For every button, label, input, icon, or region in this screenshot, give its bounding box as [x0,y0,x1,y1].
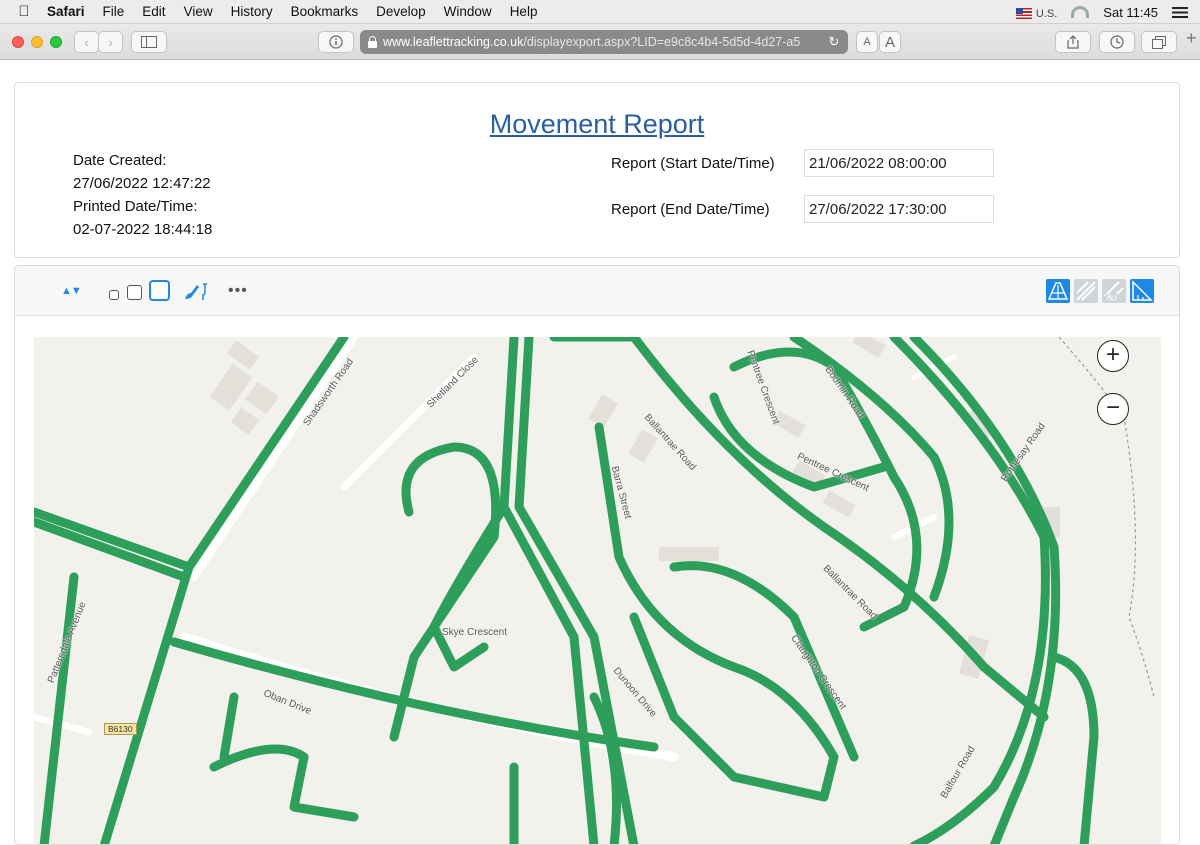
brush-icon[interactable] [183,281,209,301]
back-button[interactable]: ‹ [74,31,99,53]
report-title-link[interactable]: Movement Report [490,109,705,139]
menu-view[interactable]: View [175,4,222,19]
input-source[interactable]: U.S. [1015,5,1058,20]
large-square-icon[interactable] [149,280,170,301]
menu-safari[interactable]: Safari [38,4,94,19]
menu-develop[interactable]: Develop [367,4,435,19]
zoom-in-button[interactable]: + [1097,340,1129,372]
text-smaller-label: A [863,36,871,48]
sort-arrows-icon[interactable]: ▲▼ [61,281,82,301]
text-larger-label: A [884,33,895,51]
boundary-line [1058,337,1155,698]
url-path: /displayexport.aspx?LID=e9c8c4b4-5d5d-4d… [523,35,801,49]
sidebar-icon [141,36,157,48]
close-window-button[interactable] [12,36,24,48]
new-tab-button[interactable]: + [1186,28,1200,54]
menu-file[interactable]: File [94,4,134,19]
fullscreen-window-button[interactable] [50,36,62,48]
apple-menu-icon[interactable]:  [10,3,38,20]
tabs-icon [1152,35,1166,49]
medium-square-icon[interactable] [127,285,142,300]
page: Movement Report Date Created: 27/06/2022… [0,61,1200,845]
chevron-right-icon: › [108,34,113,50]
menu-history[interactable]: History [222,4,282,19]
menu-help[interactable]: Help [501,4,547,19]
share-button[interactable] [1055,31,1091,53]
menu-bar:  Safari File Edit View History Bookmark… [0,0,1200,24]
tracked-routes [34,337,1099,844]
menu-bookmarks[interactable]: Bookmarks [282,4,368,19]
us-flag-icon [1015,7,1032,19]
forward-button[interactable]: › [98,31,123,53]
date-created-value: 27/06/2022 12:47:22 [73,175,211,192]
url-domain: www.leaflettracking.co.uk [383,35,524,49]
lock-icon [368,35,377,48]
end-label: Report (End Date/Time) [611,201,770,218]
input-source-label: U.S. [1035,7,1058,20]
map-toolbar: ▲▼ ••• [15,266,1179,316]
notification-center-icon[interactable] [1172,6,1188,18]
zoom-out-button[interactable]: − [1097,393,1129,425]
map-panel: ▲▼ ••• Shadsworth Road Shetland Close Pe… [14,265,1180,845]
map-layer [34,337,1155,844]
date-created-label: Date Created: [73,152,167,169]
text-smaller-button[interactable]: A [856,31,878,53]
report-header: Movement Report Date Created: 27/06/2022… [14,82,1180,258]
chevron-left-icon: ‹ [84,34,89,50]
info-icon [329,35,343,49]
end-datetime-field[interactable]: 27/06/2022 17:30:00 [804,195,994,223]
report-title: Movement Report [15,109,1179,140]
menu-edit[interactable]: Edit [133,4,174,19]
wifi-icon[interactable] [1071,6,1090,18]
browser-toolbar: ‹ › www.leaflettracking.co.uk/displayexp… [0,24,1200,60]
tab-overview-button[interactable] [1141,31,1177,53]
satellite-layer-icon[interactable] [1046,279,1070,303]
history-button[interactable] [1099,31,1135,53]
labels-layer-icon[interactable] [1102,279,1126,303]
roads-layer-icon[interactable] [1074,279,1098,303]
address-bar[interactable]: www.leaflettracking.co.uk/displayexport.… [360,30,848,54]
menu-window[interactable]: Window [435,4,501,19]
clock[interactable]: Sat 11:45 [1103,5,1158,20]
share-icon [1067,35,1079,49]
start-datetime-field[interactable]: 21/06/2022 08:00:00 [804,149,994,177]
clock-icon [1110,35,1124,49]
status-area: U.S. Sat 11:45 [1015,0,1188,24]
minimize-window-button[interactable] [31,36,43,48]
more-icon[interactable]: ••• [228,281,248,301]
measure-layer-icon[interactable] [1130,279,1154,303]
road-number-badge: B6130 [104,723,137,735]
printed-label: Printed Date/Time: [73,198,198,215]
start-label: Report (Start Date/Time) [611,155,775,172]
sidebar-button[interactable] [131,31,167,53]
base-roads [34,337,957,844]
small-square-icon[interactable] [109,290,119,300]
privacy-report-button[interactable] [318,31,354,53]
text-larger-button[interactable]: A [879,31,901,53]
reload-icon[interactable]: ↻ [824,30,844,54]
report-meta: Date Created: 27/06/2022 12:47:22 Printe… [73,149,212,241]
printed-value: 02-07-2022 18:44:18 [73,221,213,238]
street-label: Skye Crescent [442,627,508,638]
map-canvas[interactable]: Shadsworth Road Shetland Close Pentree C… [34,337,1161,844]
